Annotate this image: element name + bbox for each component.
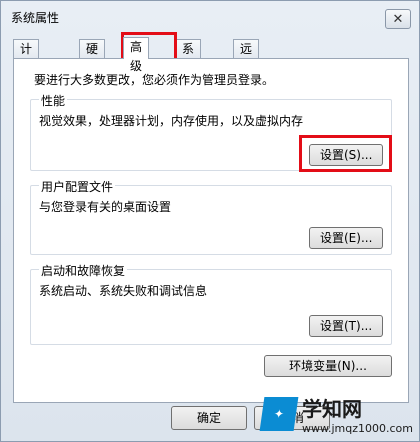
watermark: ✦ 学知网 www.jmqz1000.com: [259, 393, 413, 435]
tab-hardware[interactable]: 硬件: [79, 39, 106, 75]
startup-recovery-settings-button[interactable]: 设置(T)...: [309, 315, 384, 337]
user-profiles-desc: 与您登录有关的桌面设置: [39, 200, 172, 214]
advanced-panel: 要进行大多数更改，您必须作为管理员登录。 性能 视觉效果，处理器计划，内存使用，…: [13, 58, 409, 403]
settings-highlight-box: [299, 135, 392, 172]
startup-recovery-group: 启动和故障恢复 系统启动、系统失败和调试信息 设置(T)...: [30, 262, 392, 345]
startup-recovery-title: 启动和故障恢复: [39, 262, 128, 279]
window-title: 系统属性: [11, 11, 60, 25]
close-button[interactable]: ✕: [385, 9, 411, 29]
watermark-url: www.jmqz1000.com: [302, 422, 413, 435]
tab-system-protection[interactable]: 系统保护: [175, 39, 202, 113]
performance-title: 性能: [39, 92, 68, 109]
watermark-logo-icon: ✦: [259, 397, 299, 431]
system-properties-window: 系统属性 ✕ 计算机名 硬件 高级 系统保护 远程 要进行大多数更改，您必须作为…: [0, 0, 420, 442]
performance-desc: 视觉效果，处理器计划，内存使用，以及虚拟内存: [39, 114, 304, 128]
user-profiles-settings-button[interactable]: 设置(E)...: [309, 227, 384, 249]
user-profiles-title: 用户配置文件: [39, 178, 116, 195]
user-profiles-group: 用户配置文件 与您登录有关的桌面设置 设置(E)...: [30, 178, 392, 255]
environment-variables-button[interactable]: 环境变量(N)...: [264, 355, 392, 377]
tab-remote[interactable]: 远程: [233, 39, 260, 75]
watermark-brand: 学知网: [302, 397, 362, 421]
admin-notice: 要进行大多数更改，您必须作为管理员登录。: [34, 73, 275, 87]
tab-computer-name[interactable]: 计算机名: [13, 39, 40, 113]
close-icon: ✕: [392, 11, 404, 27]
startup-recovery-desc: 系统启动、系统失败和调试信息: [39, 284, 208, 298]
ok-button[interactable]: 确定: [171, 406, 247, 430]
tab-advanced[interactable]: 高级: [123, 37, 150, 73]
